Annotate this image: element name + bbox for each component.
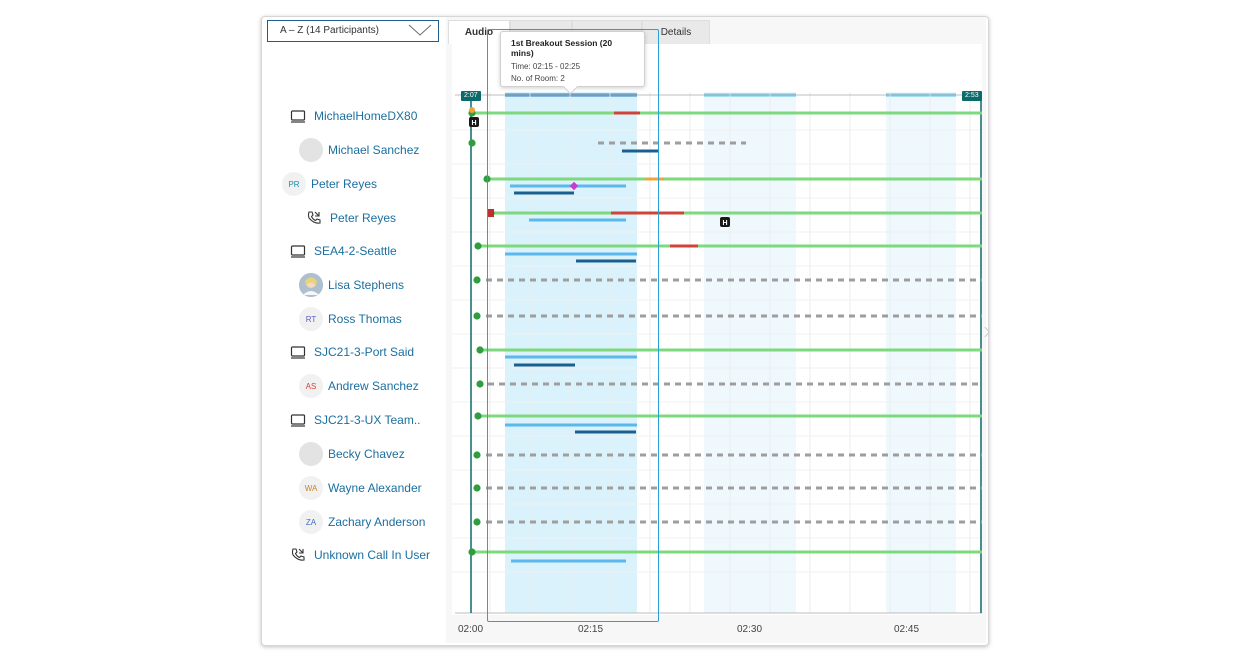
sort-dropdown[interactable]: A – Z (14 Participants) bbox=[267, 20, 439, 42]
start-time-tag: 2:07 bbox=[461, 91, 481, 101]
end-time-tag: 2:53 bbox=[962, 91, 982, 101]
avatar bbox=[299, 273, 323, 297]
participant-name: Andrew Sanchez bbox=[328, 379, 419, 393]
participant-name: Peter Reyes bbox=[330, 211, 397, 225]
participant-row[interactable]: Lisa Stephens bbox=[299, 272, 404, 298]
tooltip-title: 1st Breakout Session (20 mins) bbox=[511, 38, 613, 58]
participant-name: MichaelHomeDX80 bbox=[314, 109, 418, 123]
axis-label-0245: 02:45 bbox=[894, 624, 920, 635]
participant-row[interactable]: SEA4-2-Seattle bbox=[287, 238, 397, 264]
participant-row[interactable]: Peter Reyes bbox=[303, 205, 396, 231]
participant-name: Wayne Alexander bbox=[328, 481, 422, 495]
participant-name: SEA4-2-Seattle bbox=[314, 244, 397, 258]
tooltip-time: Time: 02:15 - 02:25 bbox=[511, 62, 581, 71]
phone-call-icon bbox=[303, 209, 325, 227]
participant-name: Zachary Anderson bbox=[328, 515, 426, 529]
participant-row[interactable]: MichaelHomeDX80 bbox=[287, 103, 417, 129]
sort-dropdown-label: A – Z (14 Participants) bbox=[280, 25, 379, 36]
participant-row[interactable]: Unknown Call In User bbox=[287, 542, 430, 568]
axis-label-0215: 02:15 bbox=[578, 624, 604, 635]
tab-details-label: Details bbox=[660, 27, 692, 38]
device-icon bbox=[287, 107, 309, 125]
participant-row[interactable]: PR Peter Reyes bbox=[282, 171, 377, 197]
avatar: PR bbox=[282, 172, 306, 196]
avatar bbox=[299, 442, 323, 466]
participant-name: SJC21-3-Port Said bbox=[314, 345, 415, 359]
participant-row[interactable]: AS Andrew Sanchez bbox=[299, 373, 419, 399]
participant-row[interactable]: Becky Chavez bbox=[299, 441, 405, 467]
participant-name: Lisa Stephens bbox=[328, 278, 405, 292]
participant-name: Ross Thomas bbox=[328, 312, 402, 326]
avatar: WA bbox=[299, 476, 323, 500]
avatar: AS bbox=[299, 374, 323, 398]
participant-row[interactable]: Michael Sanchez bbox=[299, 137, 419, 163]
avatar: RT bbox=[299, 307, 323, 331]
device-icon bbox=[287, 411, 309, 429]
participant-name: Michael Sanchez bbox=[328, 143, 420, 157]
axis-label-0230: 02:30 bbox=[737, 624, 763, 635]
participant-name: Becky Chavez bbox=[328, 447, 405, 461]
axis-label-0200: 02:00 bbox=[458, 624, 484, 635]
participant-row[interactable]: ZA Zachary Anderson bbox=[299, 509, 425, 535]
breakout-selection-box[interactable] bbox=[487, 29, 659, 622]
participant-row[interactable]: WA Wayne Alexander bbox=[299, 475, 422, 501]
device-icon bbox=[287, 242, 309, 260]
device-icon bbox=[287, 343, 309, 361]
participant-row[interactable]: RT Ross Thomas bbox=[299, 306, 402, 332]
avatar: ZA bbox=[299, 510, 323, 534]
participant-name: Unknown Call In User bbox=[314, 548, 431, 562]
participant-name: Peter Reyes bbox=[311, 177, 378, 191]
avatar bbox=[299, 138, 323, 162]
phone-call-icon bbox=[287, 546, 309, 564]
breakout-tooltip: 1st Breakout Session (20 mins) Time: 02:… bbox=[500, 31, 645, 95]
participant-row[interactable]: SJC21-3-Port Said bbox=[287, 339, 414, 365]
chevron-down-icon bbox=[408, 24, 432, 36]
participant-name: SJC21-3-UX Team.. bbox=[314, 413, 421, 427]
participant-row[interactable]: SJC21-3-UX Team.. bbox=[287, 407, 420, 433]
